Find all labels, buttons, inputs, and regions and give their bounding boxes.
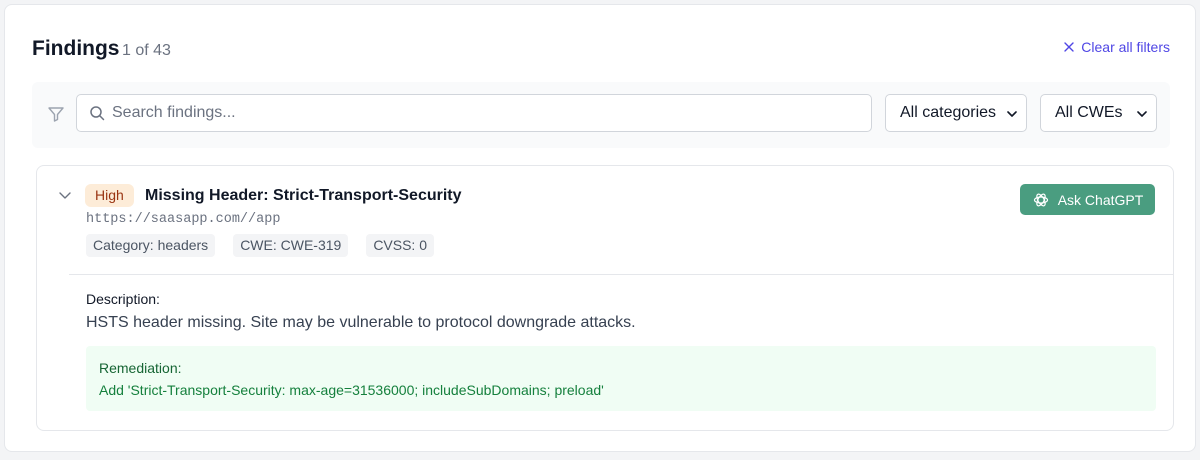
findings-count: 1 of 43 — [122, 42, 171, 59]
findings-panel: Findings 1 of 43 Clear all filters All c… — [4, 4, 1196, 452]
search-input[interactable] — [112, 96, 862, 130]
remediation-text: Add 'Strict-Transport-Security: max-age=… — [99, 382, 604, 398]
chevron-down-icon — [1137, 111, 1147, 117]
finding-url: https://saasapp.com//app — [86, 212, 281, 227]
search-field[interactable] — [76, 94, 872, 132]
ask-chatgpt-label: Ask ChatGPT — [1057, 191, 1144, 208]
category-select[interactable]: All categories — [885, 94, 1027, 132]
remediation-label: Remediation: — [99, 360, 182, 376]
finding-card: High Missing Header: Strict-Transport-Se… — [36, 165, 1174, 431]
chevron-down-icon — [1007, 111, 1017, 117]
filter-icon — [48, 107, 64, 122]
filter-bar: All categories All CWEs — [32, 82, 1170, 148]
finding-title: Missing Header: Strict-Transport-Securit… — [145, 187, 462, 204]
divider — [69, 274, 1173, 275]
category-tag: Category: headers — [86, 234, 216, 257]
chevron-down-icon[interactable] — [58, 188, 72, 202]
ask-chatgpt-button[interactable]: Ask ChatGPT — [1020, 184, 1155, 215]
finding-tags: Category: headers CWE: CWE-319 CVSS: 0 — [86, 234, 435, 257]
remediation-box: Remediation: Add 'Strict-Transport-Secur… — [86, 346, 1156, 411]
cwe-select-value: All CWEs — [1055, 104, 1123, 121]
cwe-tag: CWE: CWE-319 — [233, 234, 349, 257]
search-icon — [90, 106, 105, 121]
cvss-tag: CVSS: 0 — [366, 234, 435, 257]
chatgpt-icon — [1033, 193, 1048, 206]
description-label: Description: — [86, 291, 160, 307]
cwe-select[interactable]: All CWEs — [1040, 94, 1157, 132]
description-text: HSTS header missing. Site may be vulnera… — [86, 314, 636, 331]
category-select-value: All categories — [900, 104, 997, 121]
clear-filters-button[interactable]: Clear all filters — [1063, 37, 1170, 57]
severity-badge: High — [85, 184, 134, 207]
findings-header: Findings 1 of 43 Clear all filters — [32, 35, 1170, 67]
page-title: Findings — [32, 37, 120, 60]
clear-filters-label: Clear all filters — [1081, 39, 1170, 55]
close-icon — [1064, 42, 1074, 52]
